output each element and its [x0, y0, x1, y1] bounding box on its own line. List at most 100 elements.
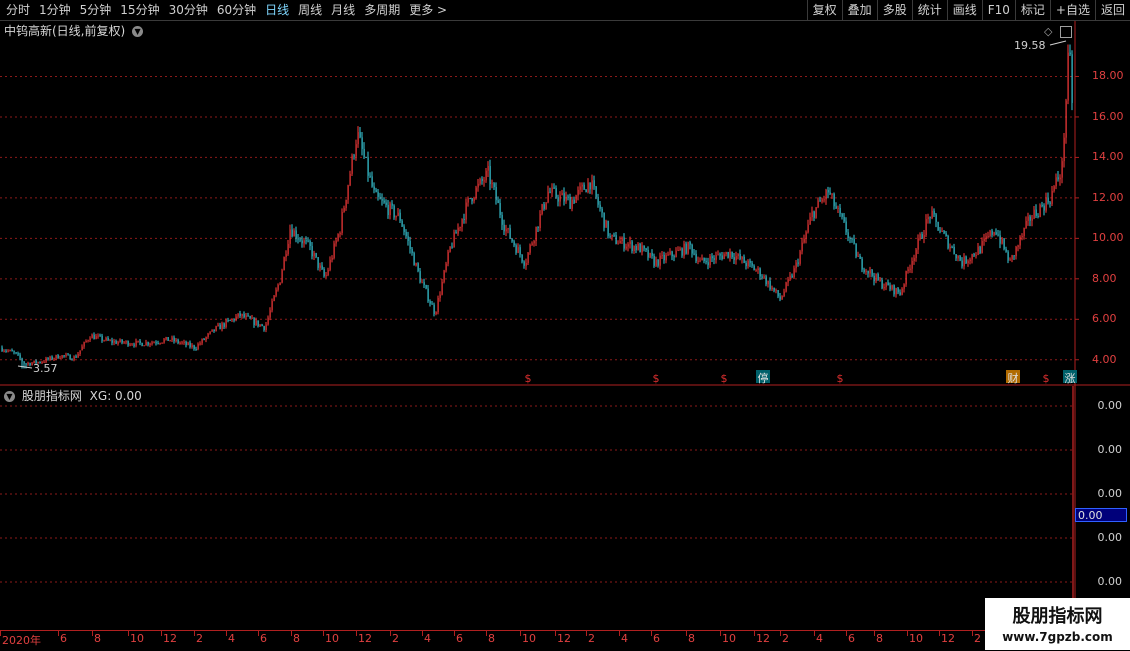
- event-marker[interactable]: $: [525, 372, 532, 385]
- candle-body: [139, 340, 141, 343]
- candle-body: [733, 257, 735, 261]
- candlestick-chart[interactable]: $ $ $ 停 $ 财 $ 涨: [0, 0, 1130, 650]
- event-marker[interactable]: $: [653, 372, 660, 385]
- candle-body: [495, 187, 497, 201]
- candle-body: [467, 198, 469, 203]
- time-tick: [92, 631, 93, 636]
- candle-body: [937, 221, 939, 231]
- event-marker[interactable]: $: [721, 372, 728, 385]
- candle-body: [459, 226, 461, 228]
- time-tick: [720, 631, 721, 636]
- candle-body: [723, 254, 725, 260]
- candle-body: [685, 243, 687, 254]
- candle-body: [615, 235, 617, 244]
- event-marker[interactable]: 停: [758, 371, 769, 385]
- candle-body: [607, 220, 609, 237]
- candle-body: [125, 341, 127, 343]
- time-tick: [619, 631, 620, 636]
- candle-body: [965, 256, 967, 264]
- chevron-down-icon[interactable]: ▼: [4, 391, 15, 402]
- time-tick: [226, 631, 227, 636]
- candle-body: [393, 205, 395, 218]
- candle-body: [437, 297, 439, 313]
- candle-body: [481, 178, 483, 181]
- candle-body: [815, 207, 817, 218]
- candle-body: [245, 315, 247, 318]
- candle-body: [353, 155, 355, 157]
- candle-body: [65, 354, 67, 356]
- candle-body: [869, 269, 871, 274]
- candle-body: [225, 319, 227, 327]
- time-tick: [323, 631, 324, 636]
- candle-body: [115, 341, 117, 344]
- candle-body: [593, 180, 595, 187]
- candle-body: [765, 276, 767, 285]
- candle-body: [831, 193, 833, 195]
- candle-body: [915, 249, 917, 259]
- candle-body: [347, 185, 349, 200]
- candle-body: [929, 217, 931, 219]
- candle-body: [975, 254, 977, 256]
- candle-body: [435, 312, 437, 314]
- candle-body: [703, 257, 705, 262]
- candle-body: [1009, 259, 1011, 261]
- price-tick-label: 12.00: [1092, 190, 1124, 204]
- candle-body: [755, 270, 757, 272]
- candle-body: [433, 304, 435, 314]
- indicator-value: XG: 0.00: [89, 389, 142, 403]
- candle-body: [519, 247, 521, 255]
- candle-body: [129, 344, 131, 346]
- candle-body: [595, 186, 597, 197]
- candle-body: [1047, 197, 1049, 203]
- candle-body: [549, 191, 551, 193]
- candle-body: [463, 218, 465, 220]
- candle-body: [1037, 215, 1039, 217]
- candle-body: [339, 233, 341, 235]
- candle-body: [1045, 197, 1047, 211]
- price-tick-label: 8.00: [1092, 271, 1117, 285]
- candle-body: [603, 212, 605, 228]
- candle-body: [509, 228, 511, 239]
- candle-body: [301, 240, 303, 244]
- candle-body: [1001, 238, 1003, 244]
- candle-body: [963, 256, 965, 267]
- candle-body: [169, 340, 171, 342]
- candle-body: [647, 249, 649, 258]
- candle-body: [627, 244, 629, 247]
- candle-body: [695, 253, 697, 262]
- event-marker[interactable]: $: [1043, 372, 1050, 385]
- candle-body: [555, 188, 557, 198]
- candle-body: [287, 243, 289, 255]
- event-marker[interactable]: 财: [1008, 371, 1019, 385]
- watermark: 股朋指标网 www.7gpzb.com: [985, 598, 1130, 650]
- event-marker[interactable]: $: [837, 372, 844, 385]
- candle-body: [953, 246, 955, 255]
- candle-body: [285, 254, 287, 258]
- candle-body: [189, 342, 191, 347]
- candle-body: [325, 275, 327, 277]
- candle-body: [235, 316, 237, 321]
- candle-body: [239, 313, 241, 316]
- time-tick-label: 12: [557, 632, 571, 645]
- candle-body: [773, 287, 775, 291]
- candle-body: [377, 192, 379, 197]
- time-tick-label: 2: [588, 632, 595, 645]
- candle-body: [465, 202, 467, 220]
- time-tick: [422, 631, 423, 636]
- candle-body: [151, 342, 153, 344]
- candle-body: [357, 132, 359, 145]
- candle-body: [1017, 245, 1019, 247]
- candle-body: [689, 242, 691, 245]
- candle-body: [187, 342, 189, 346]
- indicator-tick-label: 0.00: [1097, 531, 1123, 544]
- candle-body: [659, 255, 661, 266]
- candle-body: [391, 203, 393, 206]
- candle-body: [1063, 137, 1065, 162]
- candle-body: [635, 245, 637, 251]
- candle-body: [417, 263, 419, 272]
- event-marker[interactable]: 涨: [1065, 372, 1076, 385]
- candle-body: [713, 258, 715, 260]
- candle-body: [843, 216, 845, 222]
- candle-body: [341, 212, 343, 234]
- candle-body: [473, 198, 475, 202]
